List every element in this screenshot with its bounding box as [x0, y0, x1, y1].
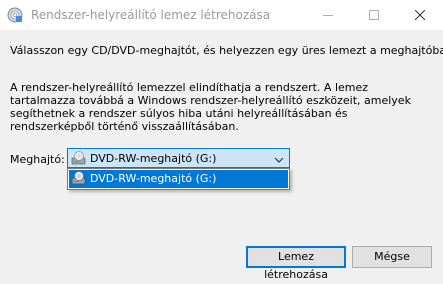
title-bar[interactable]: Rendszer-helyreállító lemez létrehozása [0, 0, 443, 30]
instruction-text: Válasszon egy CD/DVD-meghajtót, és helye… [10, 44, 443, 57]
minimize-button[interactable] [305, 0, 351, 30]
create-disc-button[interactable]: Lemez létrehozása [246, 246, 346, 281]
maximize-icon [369, 10, 379, 20]
maximize-button[interactable] [351, 0, 397, 30]
drive-select[interactable]: DVD-RW-meghajtó (G:) [67, 148, 290, 168]
drive-dropdown-list: DVD-RW-meghajtó (G:) [67, 168, 290, 190]
chevron-down-icon[interactable] [274, 154, 284, 167]
system-repair-disc-icon [7, 7, 23, 23]
description-text: A rendszer-helyreállító lemezzel elindít… [10, 81, 411, 133]
drive-option[interactable]: DVD-RW-meghajtó (G:) [69, 170, 288, 188]
minimize-icon [323, 15, 333, 16]
dvd-drive-icon [71, 151, 87, 168]
dvd-drive-icon [71, 171, 87, 188]
drive-label: Meghajtó: [10, 153, 65, 166]
drive-option-label: DVD-RW-meghajtó (G:) [90, 172, 217, 185]
dialog-content: Válasszon egy CD/DVD-meghajtót, és helye… [0, 30, 443, 284]
window-title: Rendszer-helyreállító lemez létrehozása [31, 8, 271, 22]
cancel-button[interactable]: Mégse [352, 246, 432, 268]
close-icon [415, 10, 425, 20]
close-button[interactable] [397, 0, 443, 30]
drive-select-value: DVD-RW-meghajtó (G:) [90, 152, 217, 165]
